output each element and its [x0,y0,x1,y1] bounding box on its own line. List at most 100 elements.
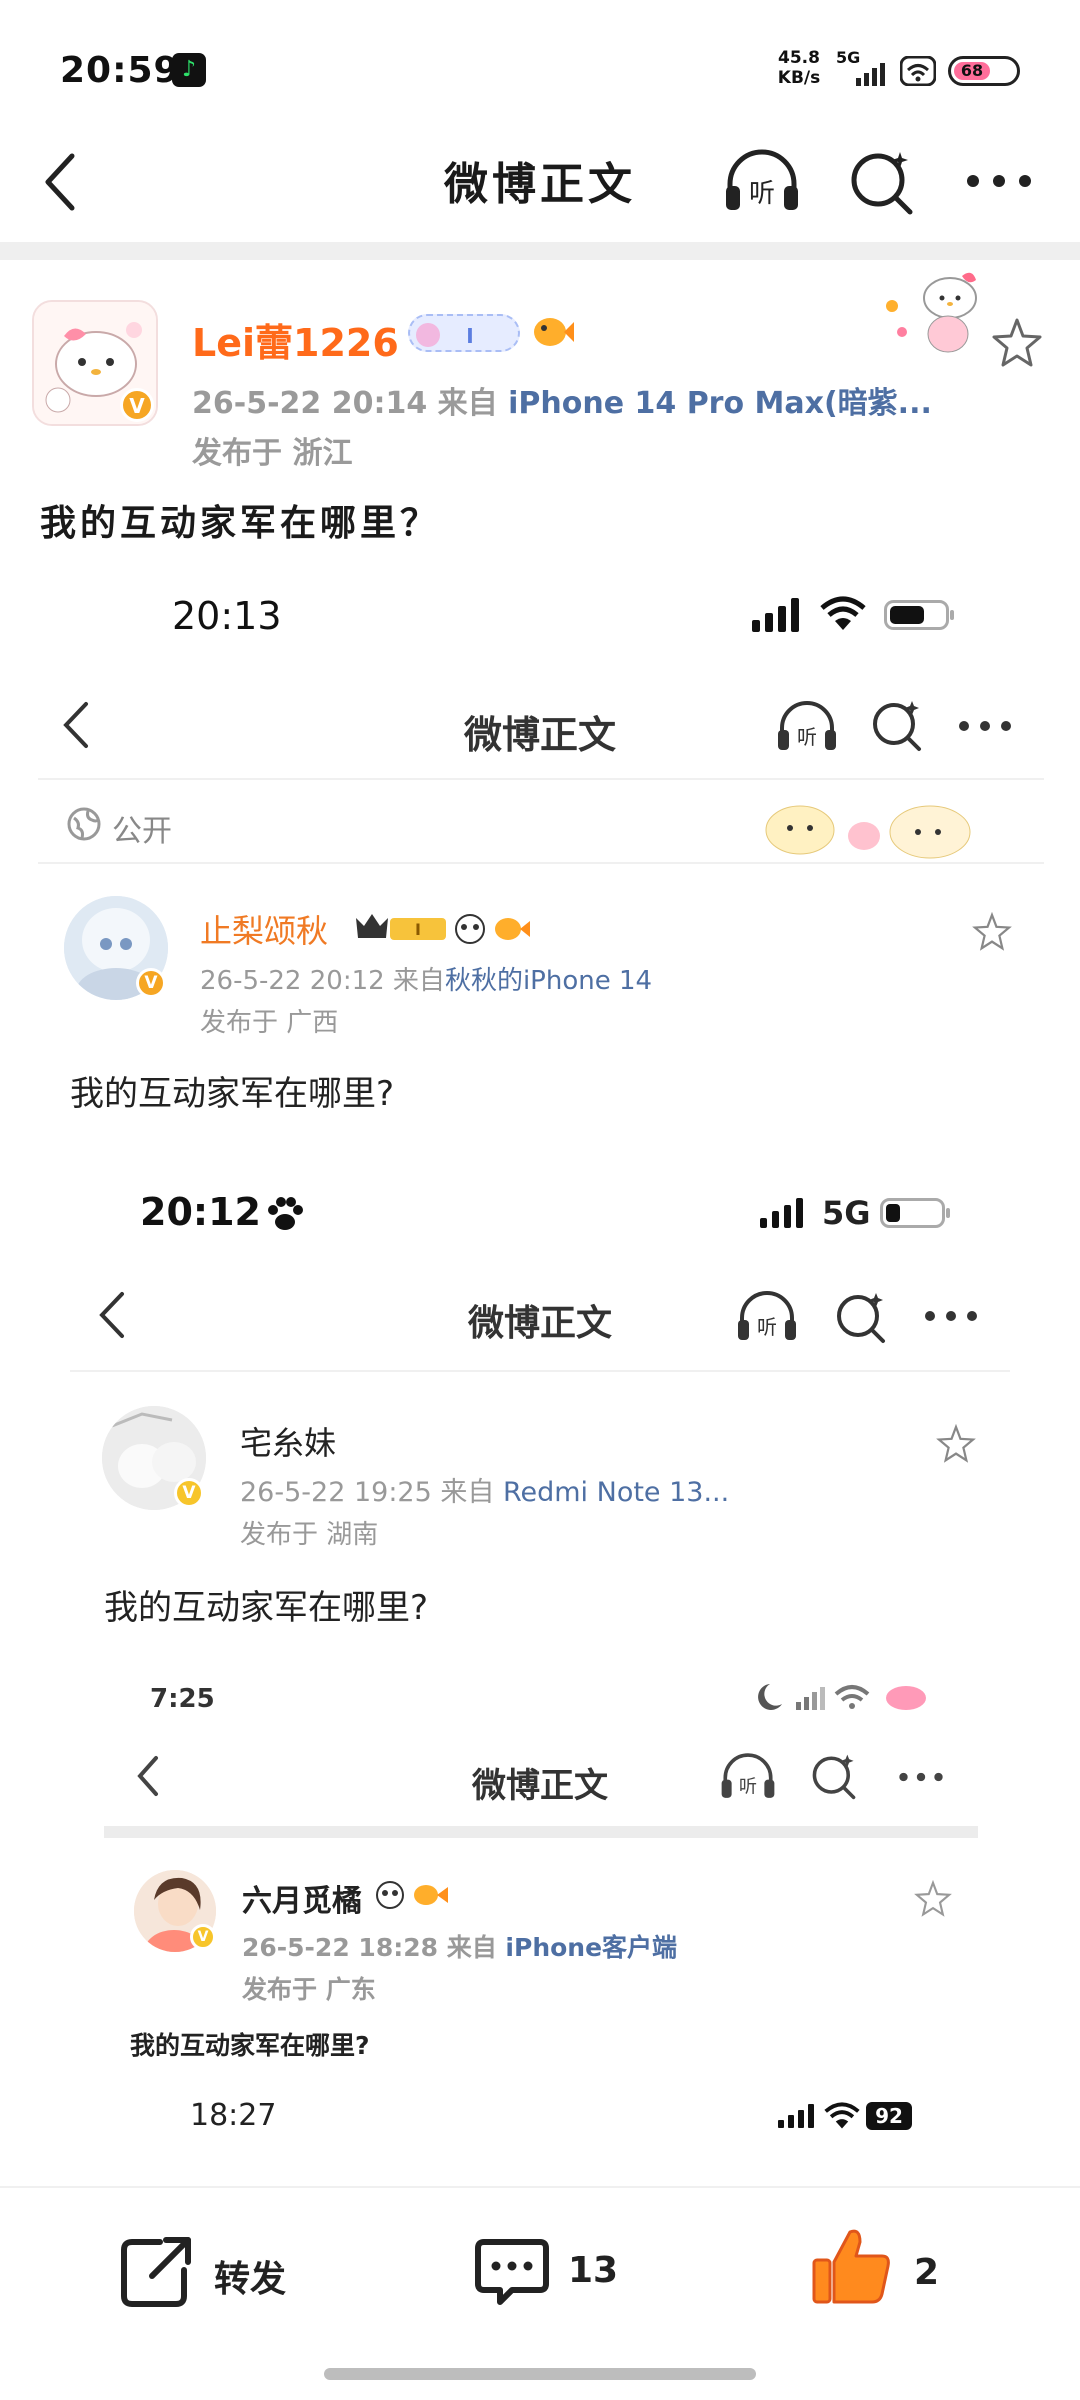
post-username[interactable]: Lei蕾1226 [192,312,399,367]
screenshot3-status-icons [752,1680,932,1716]
screenshot2-page-title: 微博正文 [467,1303,612,1344]
screenshot2-more-icon [924,1310,978,1322]
screenshot1-meta: 26-5-22 20:12 来自秋秋的iPhone 14 [200,960,652,997]
screenshot1-more-icon [958,720,1012,732]
member-badge-icon: I [408,314,520,352]
screenshot1-globe-icon [66,806,102,842]
screenshot3-listen-icon: 听 [718,1752,778,1800]
screenshot3-meta: 26-5-22 18:28 来自 iPhone客户端 [242,1928,677,1964]
screenshot4-battery: 92 [866,2102,912,2130]
screenshot1-time: 26-5-22 20:12 来自 [200,966,445,996]
screenshot4-status-time: 18:27 [190,2098,277,2133]
screenshot1-signal-icon [752,598,804,632]
svg-text:听: 听 [757,1315,777,1339]
screenshot3-source: iPhone客户端 [505,1933,678,1962]
favorite-star-icon[interactable] [990,316,1044,370]
screenshot1-content: 我的互动家军在哪里? [70,1074,395,1114]
screenshot2-verified-badge: V [174,1478,204,1508]
page-title: 微博正文 [444,159,636,210]
screenshot2-username: 宅糸妹 [240,1424,337,1462]
hello-kitty-decoration-icon [878,262,998,358]
like-button[interactable]: 2 [810,2224,960,2318]
screenshot2-meta: 26-5-22 19:25 来自 Redmi Note 13... [240,1470,729,1509]
screenshot2-content: 我的互动家军在哪里? [104,1588,429,1628]
screenshot1-divider [38,778,1044,780]
screenshot2-time: 26-5-22 19:25 来自 [240,1477,503,1508]
music-app-icon: ♪ [172,53,206,87]
listen-headphones-icon[interactable]: 听 [720,148,804,214]
comment-icon [472,2232,552,2312]
screenshot1-verified-badge: V [136,968,166,998]
signal-icon [856,62,886,86]
screenshot3-verified-badge: V [190,1924,216,1950]
post-time: 26-5-22 20:14 来自 [192,386,509,421]
like-count: 2 [914,2252,940,2293]
comment-button[interactable]: 13 [468,2228,638,2318]
comment-count: 13 [568,2250,619,2291]
screenshot2-star-icon [936,1424,976,1464]
screenshot2-location: 发布于 湖南 [240,1520,379,1550]
screenshot1-location: 发布于 广西 [200,1008,339,1038]
svg-text:I: I [415,920,421,939]
post-location: 发布于 浙江 [192,436,353,471]
repost-button[interactable]: 转发 [110,2228,300,2318]
screenshot1-username: 止梨颂秋 [200,912,329,950]
fans-fish-badge-icon [530,314,574,350]
wifi-icon [900,56,936,86]
screenshot2-paw-icon [266,1196,304,1232]
screenshot1-source: 秋秋的iPhone 14 [444,966,653,996]
post-meta: 26-5-22 20:14 来自 iPhone 14 Pro Max(暗紫... [192,378,982,422]
repost-label: 转发 [214,2259,287,2300]
search-sparkle-icon[interactable] [848,148,916,216]
screenshot3-location: 发布于 广东 [242,1975,376,2004]
svg-text:听: 听 [739,1776,757,1797]
network-speed: 45.8 KB/s [776,48,822,88]
screenshot4-wifi-icon [824,2102,860,2130]
screenshot1-badges-icon: I [352,908,532,948]
screenshot3-search-icon [810,1752,858,1800]
screenshot2-divider [70,1370,1010,1372]
screenshot2-status-time: 20:12 [140,1190,261,1234]
network-speed-unit: KB/s [777,68,821,88]
network-speed-value: 45.8 [778,48,820,68]
svg-text:I: I [466,324,473,348]
post-content: 我的互动家军在哪里？ [40,503,441,544]
svg-text:听: 听 [797,725,817,749]
more-options-icon[interactable] [966,174,1032,188]
screenshot1-divider [38,862,1044,864]
screenshot1-battery-icon [884,600,956,630]
screenshot2-listen-icon: 听 [734,1290,800,1342]
screenshot1-star-icon [972,912,1012,952]
home-indicator[interactable] [324,2368,756,2380]
screenshot4-signal-icon [778,2104,816,2128]
screenshot1-wifi-icon [820,596,866,632]
verified-badge: V [120,388,154,422]
screenshot1-visibility: 公开 [112,814,172,849]
screenshot1-listen-icon: 听 [774,700,840,752]
status-time: 20:59 [60,50,180,91]
screenshot3-content: 我的互动家军在哪里? [130,2031,370,2060]
screenshot3-badges-icon [374,1878,452,1912]
screenshot2-signal-icon [760,1198,806,1228]
screenshot2-battery-icon [880,1198,952,1228]
screenshot3-username: 六月觅橘 [242,1884,362,1919]
status-bar: 20:59 ♪ 45.8 KB/s 5G 68 [0,0,1080,130]
battery-indicator: 68 [948,56,1020,86]
battery-level: 68 [954,62,990,80]
thumbs-up-icon [810,2224,894,2308]
screenshot3-status-time: 7:25 [150,1684,215,1714]
top-navigation-bar: 微博正文 听 [0,130,1080,240]
screenshot3-star-icon [914,1880,952,1918]
screenshot3-more-icon [896,1772,946,1782]
screenshot3-time: 26-5-22 18:28 来自 [242,1933,506,1962]
screenshot3-divider [104,1826,978,1838]
screenshot3-page-title: 微博正文 [472,1766,608,1806]
share-icon [116,2232,196,2312]
screenshot2-source: Redmi Note 13... [502,1477,730,1508]
post-source[interactable]: iPhone 14 Pro Max(暗紫... [508,386,932,421]
svg-text:听: 听 [749,179,775,209]
screenshot1-sticker-decoration-icon [760,790,980,866]
screenshot2-network: 5G [822,1194,871,1232]
screenshot2-search-icon [834,1290,888,1344]
header-divider [0,242,1080,260]
